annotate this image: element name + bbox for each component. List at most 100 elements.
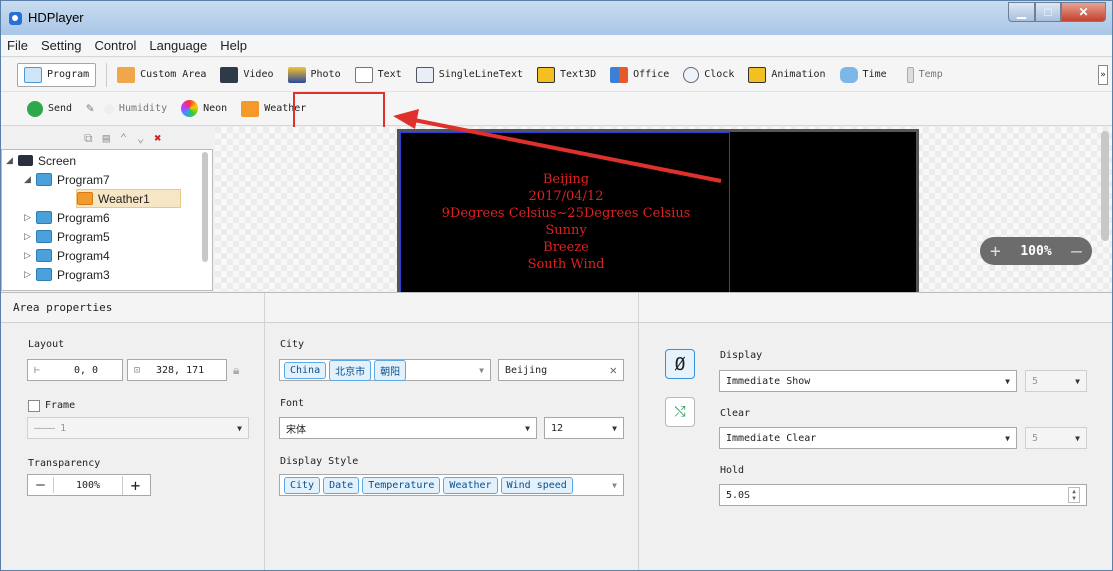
send-button[interactable]: Send bbox=[27, 100, 72, 117]
city-name-input[interactable]: Beijing ✕ bbox=[498, 359, 624, 381]
move-down-icon[interactable]: ⌄ bbox=[137, 131, 144, 145]
clock-icon bbox=[683, 66, 700, 83]
font-size-select[interactable]: 12 ▼ bbox=[544, 417, 624, 439]
increase-button[interactable]: + bbox=[122, 475, 148, 495]
size-field[interactable]: ⊡ 328, 171 bbox=[127, 359, 227, 381]
shuffle-effect-button[interactable]: ⤭ bbox=[665, 397, 695, 427]
delete-icon[interactable]: ✖ bbox=[154, 131, 161, 145]
close-button[interactable]: ✕ bbox=[1061, 2, 1106, 22]
zoom-in-button[interactable]: + bbox=[990, 241, 1001, 262]
city-select[interactable]: China 北京市 朝阳 ▼ bbox=[279, 359, 491, 381]
clock-button[interactable]: Clock bbox=[683, 66, 734, 83]
office-button[interactable]: Office bbox=[610, 66, 669, 83]
weather-icon bbox=[77, 192, 93, 205]
pin-icon: ✎ bbox=[86, 101, 94, 116]
copy-icon[interactable]: ⧉ bbox=[84, 131, 93, 146]
display-style-select[interactable]: City Date Temperature Weather Wind speed… bbox=[279, 474, 624, 496]
program-button[interactable]: Program bbox=[17, 62, 97, 87]
font-family-select[interactable]: 宋体 ▼ bbox=[279, 417, 537, 439]
weather-icon bbox=[241, 100, 260, 117]
chip-city: City bbox=[284, 476, 321, 494]
tree-toolbar: ⧉ ▤ ⌃ ⌄ ✖ bbox=[1, 127, 213, 149]
tree-scrollbar[interactable] bbox=[202, 152, 208, 262]
menu-setting[interactable]: Setting bbox=[41, 38, 81, 53]
title-bar: HDPlayer ▁ □ ✕ bbox=[1, 1, 1112, 35]
weather-area[interactable]: Beijing 2017/04/12 9Degrees Celsius~25De… bbox=[400, 132, 730, 296]
chip-weather: Weather bbox=[443, 476, 498, 494]
text3d-button[interactable]: Text3D bbox=[537, 66, 596, 83]
tree-item-program7[interactable]: ◢ Program7 bbox=[24, 170, 110, 189]
chip-province: 北京市 bbox=[329, 359, 372, 381]
window-title: HDPlayer bbox=[28, 10, 84, 25]
neon-icon bbox=[181, 100, 199, 117]
weather-highlight-box bbox=[293, 92, 385, 130]
custom-area-icon bbox=[117, 66, 136, 83]
program-icon bbox=[24, 66, 42, 83]
zoom-out-button[interactable]: — bbox=[1071, 241, 1082, 262]
position-field[interactable]: ⊢ 0, 0 bbox=[27, 359, 123, 381]
properties-panel: Area properties Layout ⊢ 0, 0 ⊡ 328, 171… bbox=[1, 292, 1112, 570]
lock-icon[interactable]: 🔒︎ bbox=[233, 363, 239, 378]
photo-button[interactable]: Photo bbox=[287, 66, 341, 83]
menu-file[interactable]: File bbox=[7, 38, 28, 53]
tree-item-weather1[interactable]: Weather1 bbox=[76, 189, 181, 208]
program-icon bbox=[36, 230, 52, 243]
frame-select[interactable]: ———— 1 ▼ bbox=[27, 417, 249, 439]
tree-item-program3[interactable]: ▷ Program3 bbox=[24, 265, 110, 284]
area-properties-header: Area properties bbox=[1, 293, 264, 323]
animation-button[interactable]: Animation bbox=[748, 66, 826, 83]
tree-item-program6[interactable]: ▷ Program6 bbox=[24, 208, 110, 227]
single-line-text-button[interactable]: SingleLineText bbox=[415, 66, 523, 83]
preview-line: 9Degrees Celsius~25Degrees Celsius bbox=[441, 206, 691, 221]
spinner-icon[interactable]: ▲ ▼ bbox=[1068, 487, 1080, 503]
preview-line: Beijing bbox=[542, 172, 590, 187]
move-up-icon[interactable]: ⌃ bbox=[120, 131, 127, 145]
clear-select[interactable]: Immediate Clear ▼ bbox=[719, 427, 1017, 449]
tree-item-program4[interactable]: ▷ Program4 bbox=[24, 246, 110, 265]
maximize-button[interactable]: □ bbox=[1035, 2, 1061, 22]
weather-preview-text: Beijing 2017/04/12 9Degrees Celsius~25De… bbox=[401, 171, 731, 273]
display-select[interactable]: Immediate Show ▼ bbox=[719, 370, 1017, 392]
position-icon: ⊢ bbox=[34, 364, 41, 376]
tree-item-program5[interactable]: ▷ Program5 bbox=[24, 227, 110, 246]
toolbar-overflow-button[interactable]: » bbox=[1098, 65, 1108, 85]
display-label: Display bbox=[720, 350, 763, 361]
neon-button[interactable]: Neon bbox=[181, 100, 227, 117]
menu-help[interactable]: Help bbox=[220, 38, 247, 53]
program-icon bbox=[36, 173, 52, 186]
temp-button[interactable]: Temp bbox=[901, 66, 943, 83]
text3d-icon bbox=[537, 66, 555, 83]
paste-icon[interactable]: ▤ bbox=[103, 131, 110, 145]
main-window: HDPlayer ▁ □ ✕ File Setting Control Lang… bbox=[0, 0, 1113, 571]
hold-input[interactable]: 5.0S ▲ ▼ bbox=[719, 484, 1087, 506]
zoom-control: + 100% — bbox=[980, 237, 1092, 265]
clear-label: Clear bbox=[720, 408, 751, 419]
display-speed-select[interactable]: 5 ▼ bbox=[1025, 370, 1087, 392]
clear-icon[interactable]: ✕ bbox=[610, 363, 617, 377]
text-button[interactable]: Text bbox=[354, 66, 402, 83]
preview-canvas[interactable]: Beijing 2017/04/12 9Degrees Celsius~25De… bbox=[215, 127, 1112, 299]
preview-line: Breeze bbox=[543, 240, 589, 255]
time-button[interactable]: Time bbox=[839, 66, 887, 83]
frame-checkbox[interactable] bbox=[28, 400, 40, 412]
preview-line: 2017/04/12 bbox=[528, 189, 604, 204]
minimize-button[interactable]: ▁ bbox=[1008, 2, 1035, 22]
transparency-stepper[interactable]: — 100% + bbox=[27, 474, 151, 496]
chevron-down-icon: ▼ bbox=[479, 366, 484, 375]
menu-language[interactable]: Language bbox=[149, 38, 207, 53]
menu-bar: File Setting Control Language Help bbox=[1, 35, 1112, 57]
canvas-scrollbar[interactable] bbox=[1101, 131, 1109, 241]
menu-control[interactable]: Control bbox=[94, 38, 136, 53]
video-button[interactable]: Video bbox=[220, 66, 274, 83]
decrease-button[interactable]: — bbox=[28, 477, 54, 493]
humidity-button[interactable]: Humidity bbox=[103, 103, 167, 114]
display-effect-button[interactable]: Ø bbox=[665, 349, 695, 379]
chevron-down-icon: ▼ bbox=[237, 424, 242, 433]
preview-line: Sunny bbox=[545, 223, 587, 238]
font-label: Font bbox=[280, 398, 305, 409]
tree-item-screen[interactable]: ◢ Screen bbox=[6, 151, 76, 170]
custom-area-button[interactable]: Custom Area bbox=[117, 66, 206, 83]
clear-speed-select[interactable]: 5 ▼ bbox=[1025, 427, 1087, 449]
single-line-text-icon bbox=[415, 66, 434, 83]
pin-tool[interactable]: ✎ bbox=[86, 101, 94, 116]
